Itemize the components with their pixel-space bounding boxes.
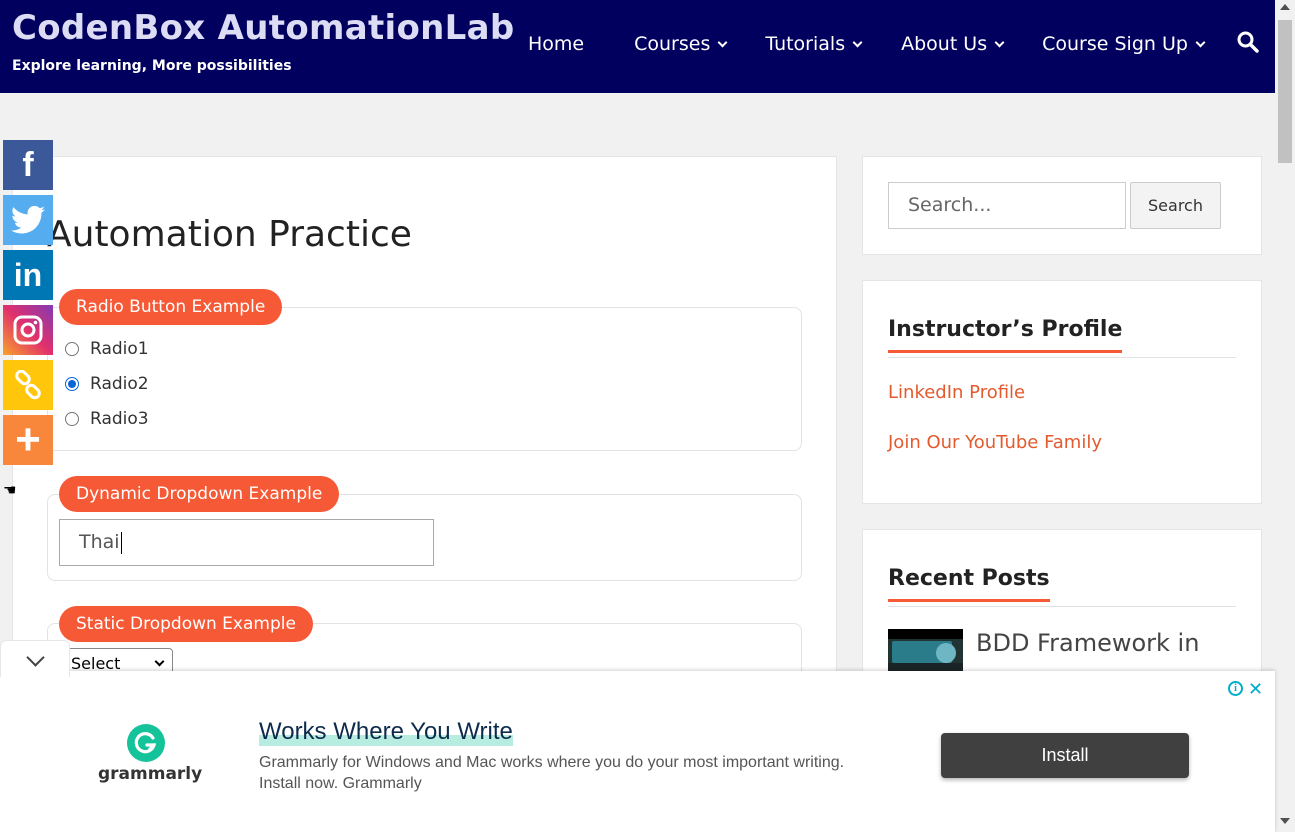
scroll-thumb[interactable]	[1278, 20, 1292, 163]
radio-button[interactable]	[65, 412, 79, 426]
scroll-up-arrow-icon[interactable]	[1280, 4, 1290, 10]
chevron-down-icon	[717, 37, 728, 47]
radio-button-checked[interactable]	[65, 377, 79, 391]
text-caret	[120, 531, 122, 554]
ad-brand-name: grammarly	[98, 764, 203, 784]
nav-item-course-sign-up[interactable]: Course Sign Up	[1042, 31, 1206, 57]
nav-item-home[interactable]: Home	[528, 31, 584, 57]
dynamic-dropdown-legend: Dynamic Dropdown Example	[59, 476, 340, 512]
ad-info-icon[interactable]: i	[1228, 681, 1243, 696]
radio-option-2[interactable]: Radio2	[65, 374, 149, 394]
nav-item-tutorials[interactable]: Tutorials	[765, 31, 863, 57]
divider	[888, 357, 1236, 358]
radio-fieldset	[47, 307, 802, 451]
nav-label: Courses	[634, 33, 711, 55]
recent-post-link[interactable]: BDD Framework in	[976, 629, 1199, 657]
ad-install-button[interactable]: Install	[941, 733, 1189, 778]
scroll-down-arrow-icon[interactable]	[1280, 818, 1290, 824]
link-icon	[15, 370, 41, 400]
site-title[interactable]: CodenBox AutomationLab	[12, 8, 514, 48]
instructor-widget-title: Instructor’s Profile	[888, 317, 1123, 353]
twitter-icon	[11, 205, 45, 234]
linkedin-profile-link[interactable]: LinkedIn Profile	[888, 382, 1025, 403]
twitter-share-button[interactable]	[3, 195, 53, 245]
ad-close-icon[interactable]: ✕	[1248, 679, 1263, 700]
ad-collapse-toggle[interactable]	[0, 640, 70, 677]
radio-option-1[interactable]: Radio1	[65, 339, 149, 359]
copy-link-button[interactable]	[3, 360, 53, 410]
hide-share-bar-icon[interactable]: ☚	[3, 481, 16, 499]
radio-label: Radio3	[90, 409, 149, 429]
more-share-button[interactable]: +	[3, 415, 53, 465]
chevron-down-icon	[852, 37, 863, 47]
page-scrollbar[interactable]	[1275, 0, 1295, 832]
grammarly-logo-icon	[127, 724, 165, 762]
chevron-down-icon	[26, 648, 45, 667]
radio-label: Radio1	[90, 339, 149, 359]
autocomplete-value: Thai	[79, 531, 120, 553]
radio-option-3[interactable]: Radio3	[65, 409, 149, 429]
instagram-icon	[13, 315, 43, 345]
instagram-share-button[interactable]	[3, 305, 53, 355]
linkedin-icon: in	[13, 256, 43, 293]
post-thumbnail[interactable]	[888, 629, 963, 674]
page-title: Automation Practice	[47, 214, 412, 255]
radio-label: Radio2	[90, 374, 149, 394]
facebook-share-button[interactable]: f	[3, 140, 53, 190]
chevron-down-icon	[154, 656, 165, 667]
chevron-down-icon	[994, 37, 1005, 47]
nav-label: Course Sign Up	[1042, 33, 1188, 55]
recent-posts-title: Recent Posts	[888, 566, 1050, 602]
static-dropdown-legend: Static Dropdown Example	[59, 606, 313, 642]
main-nav: Home Courses Tutorials About Us Course S…	[528, 31, 1206, 57]
facebook-icon: f	[22, 145, 34, 184]
sidebar-search-input[interactable]: Search...	[888, 182, 1126, 229]
plus-icon: +	[15, 415, 41, 464]
chevron-down-icon	[1195, 37, 1206, 47]
sidebar-search-button[interactable]: Search	[1130, 182, 1221, 229]
radio-legend: Radio Button Example	[59, 289, 283, 325]
divider	[888, 606, 1236, 607]
site-tagline: Explore learning, More possibilities	[12, 58, 292, 74]
nav-label: Home	[528, 33, 585, 55]
nav-label: Tutorials	[765, 33, 846, 55]
nav-item-courses[interactable]: Courses	[634, 31, 728, 57]
radio-button[interactable]	[65, 342, 79, 356]
search-icon[interactable]	[1236, 30, 1260, 54]
linkedin-share-button[interactable]: in	[3, 250, 53, 300]
autocomplete-input[interactable]: Thai	[59, 519, 434, 566]
ad-headline[interactable]: Works Where You Write	[259, 718, 513, 746]
ad-body-text: Grammarly for Windows and Mac works wher…	[259, 754, 845, 792]
nav-label: About Us	[901, 33, 988, 55]
youtube-family-link[interactable]: Join Our YouTube Family	[888, 432, 1102, 453]
nav-item-about-us[interactable]: About Us	[901, 31, 1005, 57]
